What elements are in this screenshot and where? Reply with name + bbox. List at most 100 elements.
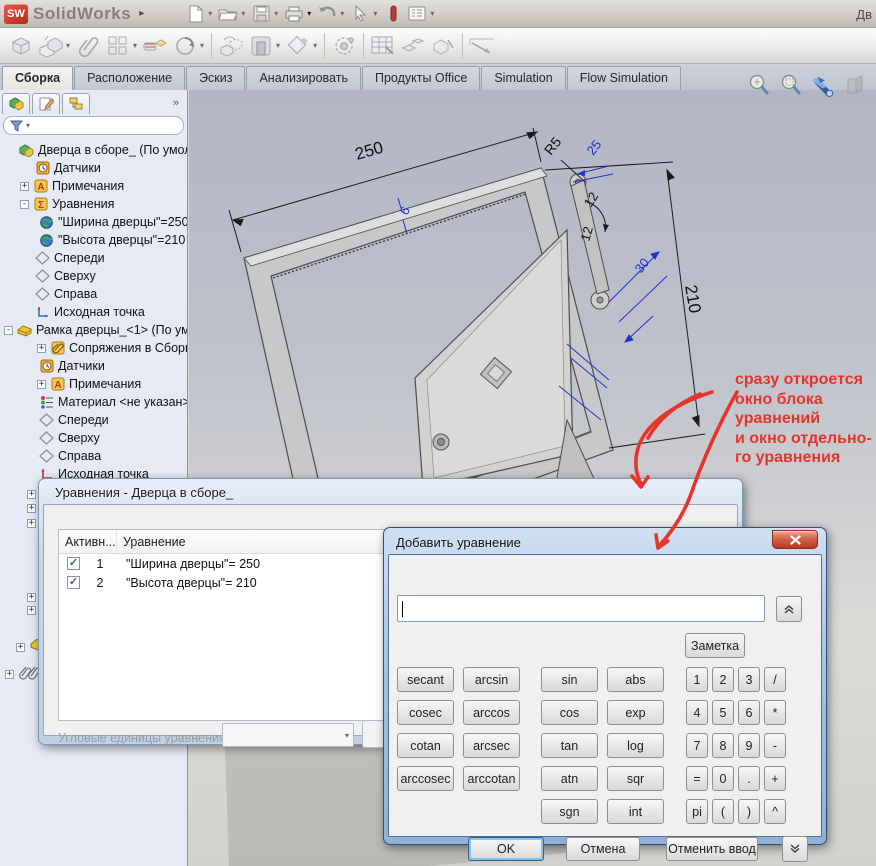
column-active[interactable]: Активн... [59, 530, 117, 553]
refgeo-dropdown-arrow[interactable]: ▾ [313, 41, 317, 50]
menu-flyout-icon[interactable]: ▸ [139, 8, 144, 19]
key-7[interactable]: 7 [686, 733, 708, 758]
key-exp[interactable]: exp [607, 700, 664, 725]
assembly-features-icon[interactable] [246, 31, 276, 61]
key-close-paren[interactable]: ) [738, 799, 760, 824]
configuration-manager-tab-icon[interactable] [62, 93, 90, 114]
insert-dropdown-arrow[interactable]: ▾ [66, 41, 70, 50]
move-component-icon[interactable] [170, 31, 200, 61]
tab-evaluate[interactable]: Анализировать [246, 66, 361, 90]
rebuild-icon[interactable] [382, 3, 404, 25]
add-equation-dialog-title[interactable]: Добавить уравнение [388, 532, 822, 554]
key-atn[interactable]: atn [541, 766, 598, 791]
expand-box[interactable]: + [27, 606, 36, 615]
tree-item-mates[interactable]: + Сопряжения в Сборка1 [0, 339, 187, 357]
motion-study-icon[interactable] [329, 31, 359, 61]
key-6[interactable]: 6 [738, 700, 760, 725]
key-sgn[interactable]: sgn [541, 799, 598, 824]
key-log[interactable]: log [607, 733, 664, 758]
sketch-dimension-icon[interactable] [467, 31, 497, 61]
key-8[interactable]: 8 [712, 733, 734, 758]
display-style-icon[interactable] [842, 72, 868, 98]
key-open-paren[interactable]: ( [712, 799, 734, 824]
key-power[interactable]: ^ [764, 799, 786, 824]
key-plus[interactable]: + [764, 766, 786, 791]
collapse-up-button[interactable] [776, 596, 802, 622]
key-decimal[interactable]: . [738, 766, 760, 791]
tab-assembly[interactable]: Сборка [2, 66, 73, 90]
tab-flow-simulation[interactable]: Flow Simulation [567, 66, 681, 90]
panel-expand-chevron[interactable]: » [173, 97, 185, 109]
reference-geometry-icon[interactable] [283, 31, 313, 61]
active-checkbox[interactable]: ✓ [67, 576, 80, 589]
new-document-icon[interactable] [184, 3, 206, 25]
equation-input[interactable] [397, 595, 765, 622]
open-dropdown-arrow[interactable]: ▾ [241, 9, 245, 18]
view-orientation-icon[interactable] [810, 72, 836, 98]
key-abs[interactable]: abs [607, 667, 664, 692]
key-9[interactable]: 9 [738, 733, 760, 758]
tree-item-assembly-root[interactable]: Дверца в сборе_ (По умолчан [0, 141, 187, 159]
key-int[interactable]: int [607, 799, 664, 824]
tree-item-annotations[interactable]: + A Примечания [0, 177, 187, 195]
new-dropdown-arrow[interactable]: ▾ [208, 9, 212, 18]
key-minus[interactable]: - [764, 733, 786, 758]
tree-item-part-top[interactable]: Сверху [0, 429, 187, 447]
active-checkbox[interactable]: ✓ [67, 557, 80, 570]
linear-pattern-icon[interactable] [103, 31, 133, 61]
smart-fasteners-icon[interactable] [140, 31, 170, 61]
tree-item-top-plane[interactable]: Сверху [0, 267, 187, 285]
tab-layout[interactable]: Расположение [74, 66, 185, 90]
tree-item-equation-width[interactable]: "Ширина дверцы"=250 [0, 213, 187, 231]
expand-box[interactable]: + [27, 490, 36, 499]
key-cotan[interactable]: cotan [397, 733, 454, 758]
undo-dropdown-arrow[interactable]: ▾ [340, 9, 344, 18]
column-equation[interactable]: Уравнение [117, 530, 387, 553]
instant3d-icon[interactable] [428, 31, 458, 61]
feature-manager-tab-icon[interactable] [2, 93, 30, 114]
key-3[interactable]: 3 [738, 667, 760, 692]
expand-down-button[interactable] [782, 836, 808, 862]
mate-icon[interactable] [73, 31, 103, 61]
tree-item-part-sensors[interactable]: Датчики [0, 357, 187, 375]
key-sin[interactable]: sin [541, 667, 598, 692]
key-cos[interactable]: cos [541, 700, 598, 725]
close-button[interactable] [772, 530, 818, 549]
equation-text[interactable]: "Ширина дверцы"= 250 [114, 557, 260, 571]
undo-input-button[interactable]: Отменить ввод [666, 837, 758, 861]
print-dropdown-arrow[interactable]: ▾ [307, 9, 311, 18]
key-pi[interactable]: pi [686, 799, 708, 824]
tree-item-right-plane[interactable]: Справа [0, 285, 187, 303]
key-arccosec[interactable]: arccosec [397, 766, 454, 791]
tree-item-origin[interactable]: Исходная точка [0, 303, 187, 321]
tab-sketch[interactable]: Эскиз [186, 66, 245, 90]
open-icon[interactable] [217, 3, 239, 25]
expand-box[interactable]: + [16, 643, 25, 652]
expand-box[interactable]: + [27, 519, 36, 528]
expand-box[interactable]: + [20, 182, 29, 191]
property-manager-tab-icon[interactable] [32, 93, 60, 114]
tree-item-equations[interactable]: - Σ Уравнения [0, 195, 187, 213]
tree-item-part-frame[interactable]: - Рамка дверцы_<1> (По ум [0, 321, 187, 339]
tree-item-part-annotations[interactable]: + A Примечания [0, 375, 187, 393]
insert-component-icon[interactable] [6, 31, 36, 61]
save-icon[interactable] [250, 3, 272, 25]
print-icon[interactable] [283, 3, 305, 25]
tree-item-material[interactable]: Материал <не указан> [0, 393, 187, 411]
key-4[interactable]: 4 [686, 700, 708, 725]
note-button[interactable]: Заметка [685, 633, 745, 658]
move-dropdown-arrow[interactable]: ▾ [200, 41, 204, 50]
key-cosec[interactable]: cosec [397, 700, 454, 725]
equations-dialog-title[interactable]: Уравнения - Дверца в сборе_ [43, 483, 738, 504]
options-list-icon[interactable] [406, 3, 428, 25]
pattern-dropdown-arrow[interactable]: ▾ [133, 41, 137, 50]
exploded-view-icon[interactable] [398, 31, 428, 61]
zoom-area-icon[interactable] [778, 72, 804, 98]
tree-item-sensors[interactable]: Датчики [0, 159, 187, 177]
key-secant[interactable]: secant [397, 667, 454, 692]
key-arccos[interactable]: arccos [463, 700, 520, 725]
key-arcsec[interactable]: arcsec [463, 733, 520, 758]
bom-table-icon[interactable] [368, 31, 398, 61]
expand-box[interactable]: + [5, 670, 14, 679]
save-dropdown-arrow[interactable]: ▾ [274, 9, 278, 18]
